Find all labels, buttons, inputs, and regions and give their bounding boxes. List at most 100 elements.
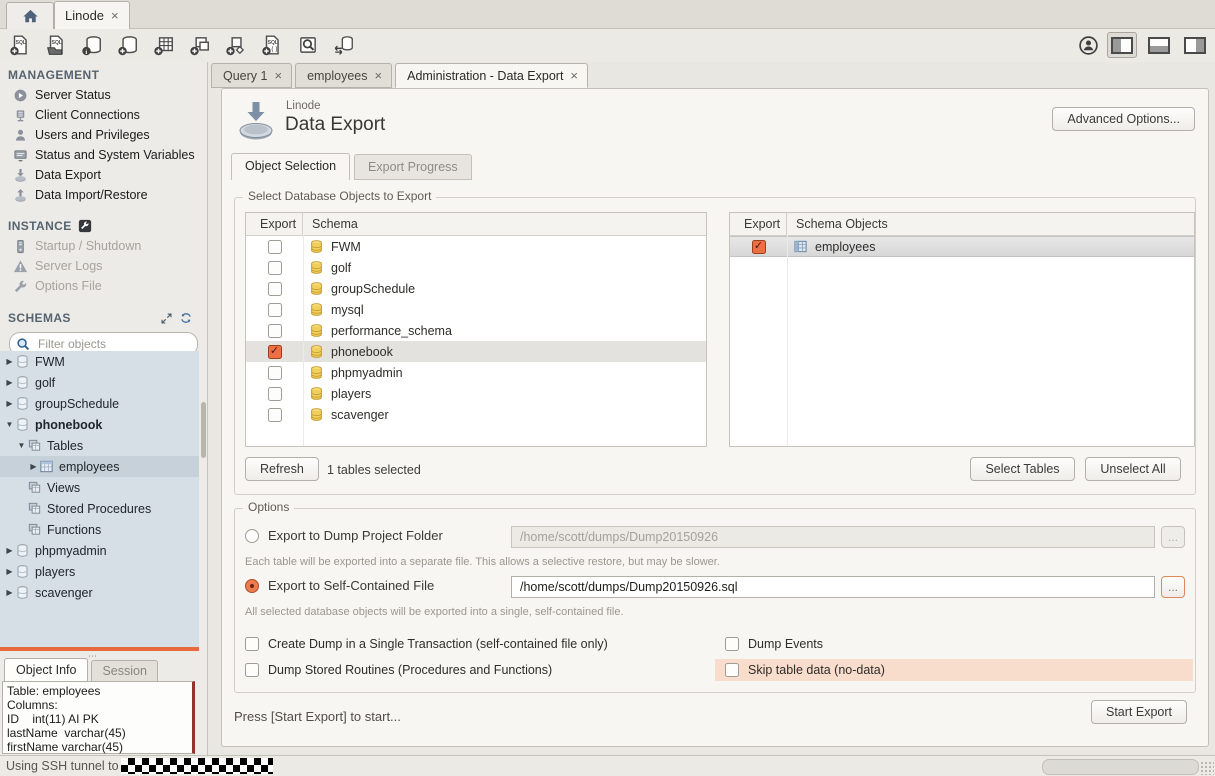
chevron-right-icon[interactable]: ▶ <box>4 588 15 597</box>
sidebar-item-data-export[interactable]: Data Export <box>0 165 207 185</box>
tree-node-Stored Procedures[interactable]: Stored Procedures <box>0 498 199 519</box>
sidebar-scrollbar-thumb[interactable] <box>201 402 206 458</box>
tree-node-Tables[interactable]: ▼Tables <box>0 435 199 456</box>
open-sql-file-icon[interactable] <box>42 31 70 59</box>
option-dump-stored-routines-procedures-and-functions[interactable]: Dump Stored Routines (Procedures and Fun… <box>245 659 705 681</box>
search-objects-icon[interactable] <box>294 31 322 59</box>
chevron-right-icon[interactable]: ▶ <box>4 357 15 366</box>
option-checkbox[interactable] <box>725 637 739 651</box>
sidebar-item-server-logs[interactable]: Server Logs <box>0 256 207 276</box>
refresh-schemas-icon[interactable] <box>179 311 193 325</box>
self-contained-path-input[interactable] <box>511 576 1155 598</box>
sidebar-item-server-status[interactable]: Server Status <box>0 85 207 105</box>
table-row-groupSchedule[interactable]: ✓groupSchedule <box>246 278 706 299</box>
self-contained-radio[interactable] <box>245 579 259 593</box>
export-checkbox[interactable]: ✓ <box>268 324 282 338</box>
export-checkbox[interactable]: ✓ <box>268 408 282 422</box>
export-checkbox[interactable]: ✓ <box>268 345 282 359</box>
connection-tab[interactable]: Linode × <box>54 1 130 29</box>
chevron-right-icon[interactable]: ▶ <box>28 462 39 471</box>
sidebar-item-startup-shutdown[interactable]: Startup / Shutdown <box>0 236 207 256</box>
toggle-secondary-panel-button[interactable] <box>1181 33 1209 57</box>
tree-node-employees[interactable]: ▶employees <box>0 456 199 477</box>
tree-node-phonebook[interactable]: ▼phonebook <box>0 414 199 435</box>
export-checkbox[interactable]: ✓ <box>752 240 766 254</box>
db-sync-icon[interactable] <box>330 31 358 59</box>
chevron-down-icon[interactable]: ▼ <box>4 420 15 429</box>
tree-node-Views[interactable]: Views <box>0 477 199 498</box>
sidebar-item-status-variables[interactable]: Status and System Variables <box>0 145 207 165</box>
dump-folder-path-input[interactable] <box>511 526 1155 548</box>
tree-node-golf[interactable]: ▶golf <box>0 372 199 393</box>
close-icon[interactable]: × <box>570 68 578 83</box>
option-dump-events[interactable]: Dump Events <box>715 633 1193 655</box>
tab-session[interactable]: Session <box>91 660 157 681</box>
select-tables-button[interactable]: Select Tables <box>970 457 1075 481</box>
new-query-tab-icon[interactable] <box>6 31 34 59</box>
chevron-down-icon[interactable]: ▼ <box>16 441 27 450</box>
start-export-button[interactable]: Start Export <box>1091 700 1187 724</box>
sidebar-item-data-import[interactable]: Data Import/Restore <box>0 185 207 205</box>
export-checkbox[interactable]: ✓ <box>268 282 282 296</box>
schema-filter-input[interactable] <box>36 336 195 352</box>
home-tab[interactable] <box>6 2 54 29</box>
tree-node-phpmyadmin[interactable]: ▶phpmyadmin <box>0 540 199 561</box>
toggle-sidebar-panel-button[interactable] <box>1107 32 1137 58</box>
option-create-dump-in-a-single-transaction-self-contained-file-only[interactable]: Create Dump in a Single Transaction (sel… <box>245 633 705 655</box>
table-row-FWM[interactable]: ✓FWM <box>246 236 706 257</box>
chevron-right-icon[interactable]: ▶ <box>4 546 15 555</box>
admin-dashboard-icon[interactable] <box>1078 35 1099 56</box>
tree-node-FWM[interactable]: ▶FWM <box>0 351 199 372</box>
self-contained-browse-button[interactable]: ... <box>1161 576 1185 598</box>
chevron-right-icon[interactable]: ▶ <box>4 378 15 387</box>
table-row-phonebook[interactable]: ✓phonebook <box>246 341 706 362</box>
table-row-scavenger[interactable]: ✓scavenger <box>246 404 706 425</box>
tab-object-info[interactable]: Object Info <box>4 658 88 681</box>
close-icon[interactable]: × <box>111 8 119 23</box>
db-info-icon[interactable] <box>78 31 106 59</box>
sidebar-item-options-file[interactable]: Options File <box>0 276 207 296</box>
expand-schemas-icon[interactable] <box>160 312 173 325</box>
option-checkbox[interactable] <box>245 637 259 651</box>
close-icon[interactable]: × <box>375 68 383 83</box>
toggle-output-panel-button[interactable] <box>1145 33 1173 57</box>
new-procedure-icon[interactable] <box>222 31 250 59</box>
advanced-options-button[interactable]: Advanced Options... <box>1052 107 1195 131</box>
table-row-golf[interactable]: ✓golf <box>246 257 706 278</box>
tree-node-players[interactable]: ▶players <box>0 561 199 582</box>
option-checkbox[interactable] <box>245 663 259 677</box>
option-checkbox[interactable] <box>725 663 739 677</box>
dump-folder-browse-button[interactable]: ... <box>1161 526 1185 548</box>
tree-node-Functions[interactable]: Functions <box>0 519 199 540</box>
sidebar-item-users-privileges[interactable]: Users and Privileges <box>0 125 207 145</box>
chevron-right-icon[interactable]: ▶ <box>4 567 15 576</box>
new-function-icon[interactable] <box>258 31 286 59</box>
tree-node-groupSchedule[interactable]: ▶groupSchedule <box>0 393 199 414</box>
refresh-button[interactable]: Refresh <box>245 457 319 481</box>
option-skip-table-data-no-data[interactable]: Skip table data (no-data) <box>715 659 1193 681</box>
new-view-icon[interactable] <box>186 31 214 59</box>
resize-grip-icon[interactable] <box>1200 761 1214 775</box>
editor-tab-employees[interactable]: employees× <box>295 63 392 88</box>
sidebar-item-client-connections[interactable]: Client Connections <box>0 105 207 125</box>
editor-tab-administration-data-export[interactable]: Administration - Data Export× <box>395 63 588 88</box>
table-row-employees[interactable]: ✓employees <box>730 236 1194 257</box>
export-checkbox[interactable]: ✓ <box>268 303 282 317</box>
new-connection-icon[interactable] <box>114 31 142 59</box>
table-row-phpmyadmin[interactable]: ✓phpmyadmin <box>246 362 706 383</box>
editor-tab-query-1[interactable]: Query 1× <box>211 63 292 88</box>
table-row-performance_schema[interactable]: ✓performance_schema <box>246 320 706 341</box>
new-table-icon[interactable] <box>150 31 178 59</box>
tab-object-selection[interactable]: Object Selection <box>231 153 350 180</box>
horizontal-scrollbar-thumb[interactable] <box>1042 759 1199 775</box>
table-row-players[interactable]: ✓players <box>246 383 706 404</box>
chevron-right-icon[interactable]: ▶ <box>4 399 15 408</box>
tree-node-scavenger[interactable]: ▶scavenger <box>0 582 199 603</box>
export-checkbox[interactable]: ✓ <box>268 240 282 254</box>
sidebar-splitter[interactable] <box>0 647 199 651</box>
table-row-mysql[interactable]: ✓mysql <box>246 299 706 320</box>
export-checkbox[interactable]: ✓ <box>268 387 282 401</box>
close-icon[interactable]: × <box>274 68 282 83</box>
export-checkbox[interactable]: ✓ <box>268 366 282 380</box>
export-checkbox[interactable]: ✓ <box>268 261 282 275</box>
